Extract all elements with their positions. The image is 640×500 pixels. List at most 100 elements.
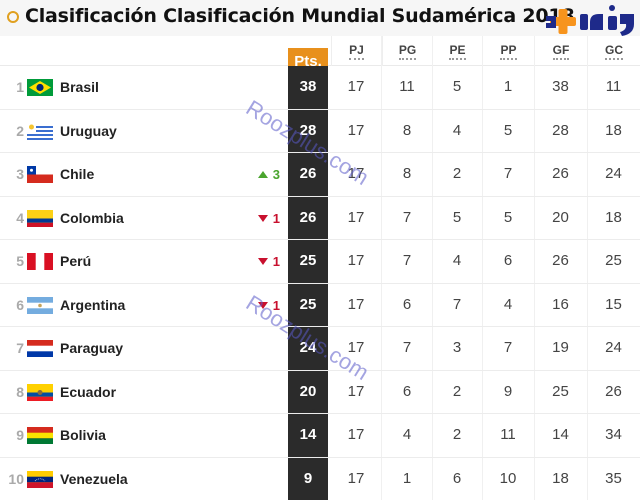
stat-pj: 17 (347, 121, 365, 139)
team-name[interactable]: Argentina (60, 297, 125, 313)
column-label: GF (552, 44, 570, 60)
stat-gc: 24 (605, 339, 622, 356)
stat-pe: 3 (452, 339, 462, 356)
arrow-down-icon (257, 301, 268, 309)
stat-pj: 17 (347, 295, 365, 313)
stat-pj: 17 (347, 469, 365, 487)
team-name[interactable]: Venezuela (60, 471, 128, 487)
team-name[interactable]: Paraguay (60, 340, 123, 356)
stat-pg: 6 (402, 295, 412, 313)
table-row[interactable]: 8 Ecuador 20 17 6 2 9 25 26 (0, 371, 640, 414)
stat-pp: 4 (503, 295, 513, 313)
stat-pj: 17 (347, 208, 365, 226)
points: 20 (299, 382, 317, 400)
stat-pp: 11 (500, 426, 516, 443)
stat-pj: 17 (347, 165, 365, 182)
stat-pp: 1 (503, 78, 513, 95)
position-change-value: 1 (272, 254, 280, 269)
rank: 4 (16, 209, 24, 226)
stat-pg: 1 (402, 469, 412, 487)
stat-pe: 2 (452, 426, 462, 443)
points: 14 (299, 426, 317, 443)
team-name[interactable]: Ecuador (60, 384, 116, 400)
team-name[interactable]: Uruguay (60, 123, 117, 139)
team-name[interactable]: Colombia (60, 210, 124, 226)
stat-pe: 2 (452, 165, 462, 182)
stat-pj: 17 (347, 78, 365, 95)
table-row[interactable]: 2 Uruguay 28 17 8 4 5 28 18 (0, 110, 640, 153)
points: 28 (299, 121, 317, 139)
stat-pe: 2 (452, 382, 462, 400)
table-row[interactable]: 6 Argentina 1 25 17 6 7 4 16 15 (0, 284, 640, 327)
table-row[interactable]: 3 Chile 3 26 17 8 2 7 26 24 (0, 153, 640, 197)
stat-gc: 18 (605, 121, 622, 139)
bolivia-flag-icon (27, 427, 53, 444)
stat-pe: 5 (452, 78, 462, 95)
position-change-value: 1 (272, 210, 280, 226)
position-change: 1 (250, 298, 280, 313)
page-title: Clasificación Clasificación Mundial Suda… (25, 5, 575, 27)
stat-gc: 35 (605, 469, 622, 487)
stat-pp: 5 (503, 208, 513, 226)
stat-gc: 18 (605, 208, 622, 226)
column-header-pj[interactable]: PJ (331, 36, 381, 66)
column-header-gc[interactable]: GC (587, 36, 640, 66)
team-name[interactable]: Perú (60, 253, 91, 269)
column-header-pg[interactable]: PG (382, 36, 432, 66)
stat-gf: 38 (552, 78, 569, 95)
stat-pj: 17 (347, 426, 365, 443)
stat-pg: 4 (402, 426, 412, 443)
peru-flag-icon (27, 253, 53, 270)
table-row[interactable]: 9 Bolivia 14 17 4 2 11 14 34 (0, 414, 640, 458)
stat-gf: 18 (552, 469, 569, 487)
table-row[interactable]: 5 Perú 1 25 17 7 4 6 26 25 (0, 240, 640, 284)
column-header-pe[interactable]: PE (432, 36, 482, 66)
stat-pe: 4 (452, 252, 462, 269)
position-change: 1 (250, 254, 280, 269)
stat-gc: 11 (605, 78, 622, 95)
stat-pp: 10 (499, 469, 517, 487)
arrow-down-icon (257, 258, 268, 265)
stat-gf: 26 (552, 252, 569, 269)
team-name[interactable]: Bolivia (60, 427, 106, 443)
stat-pj: 17 (347, 252, 365, 269)
team-name[interactable]: Brasil (60, 79, 99, 95)
stat-gc: 34 (605, 426, 622, 443)
brand-logo (546, 5, 634, 36)
stat-gc: 15 (605, 295, 622, 313)
points: 24 (299, 339, 317, 356)
uruguay-flag-icon (27, 122, 53, 140)
position-change: 3 (250, 167, 280, 182)
stat-pe: 5 (452, 208, 462, 226)
circle-icon (7, 11, 19, 23)
column-label: PG (398, 44, 417, 60)
column-header-gf[interactable]: GF (534, 36, 587, 66)
column-label: PE (449, 44, 466, 60)
argentina-flag-icon (27, 296, 53, 314)
table-row[interactable]: 1 Brasil 38 17 11 5 1 38 11 (0, 66, 640, 110)
position-change-value: 1 (272, 297, 280, 313)
column-label: PP (500, 44, 517, 60)
stat-pg: 6 (402, 382, 412, 400)
stat-pe: 4 (452, 121, 462, 139)
column-header-pp[interactable]: PP (482, 36, 534, 66)
points: 9 (303, 469, 313, 487)
stat-pe: 7 (452, 295, 462, 313)
points: 38 (299, 78, 317, 95)
arrow-down-icon (257, 214, 268, 222)
stat-pp: 6 (503, 252, 513, 269)
table-row[interactable]: 7 Paraguay 24 17 7 3 7 19 24 (0, 327, 640, 371)
stat-gc: 26 (605, 382, 622, 400)
table-row[interactable]: 4 Colombia 1 26 17 7 5 5 20 18 (0, 197, 640, 240)
rank: 6 (16, 296, 24, 313)
team-name[interactable]: Chile (60, 166, 94, 182)
table-row[interactable]: 10 Venezuela 9 17 1 6 10 18 35 (0, 458, 640, 500)
stat-pj: 17 (347, 339, 365, 356)
stat-pp: 9 (503, 382, 513, 400)
column-label: PJ (349, 44, 364, 60)
stat-pp: 7 (503, 339, 513, 356)
chile-flag-icon (27, 166, 53, 183)
stat-gf: 16 (552, 295, 569, 313)
rank: 9 (16, 427, 24, 443)
position-change-value: 3 (272, 167, 280, 182)
